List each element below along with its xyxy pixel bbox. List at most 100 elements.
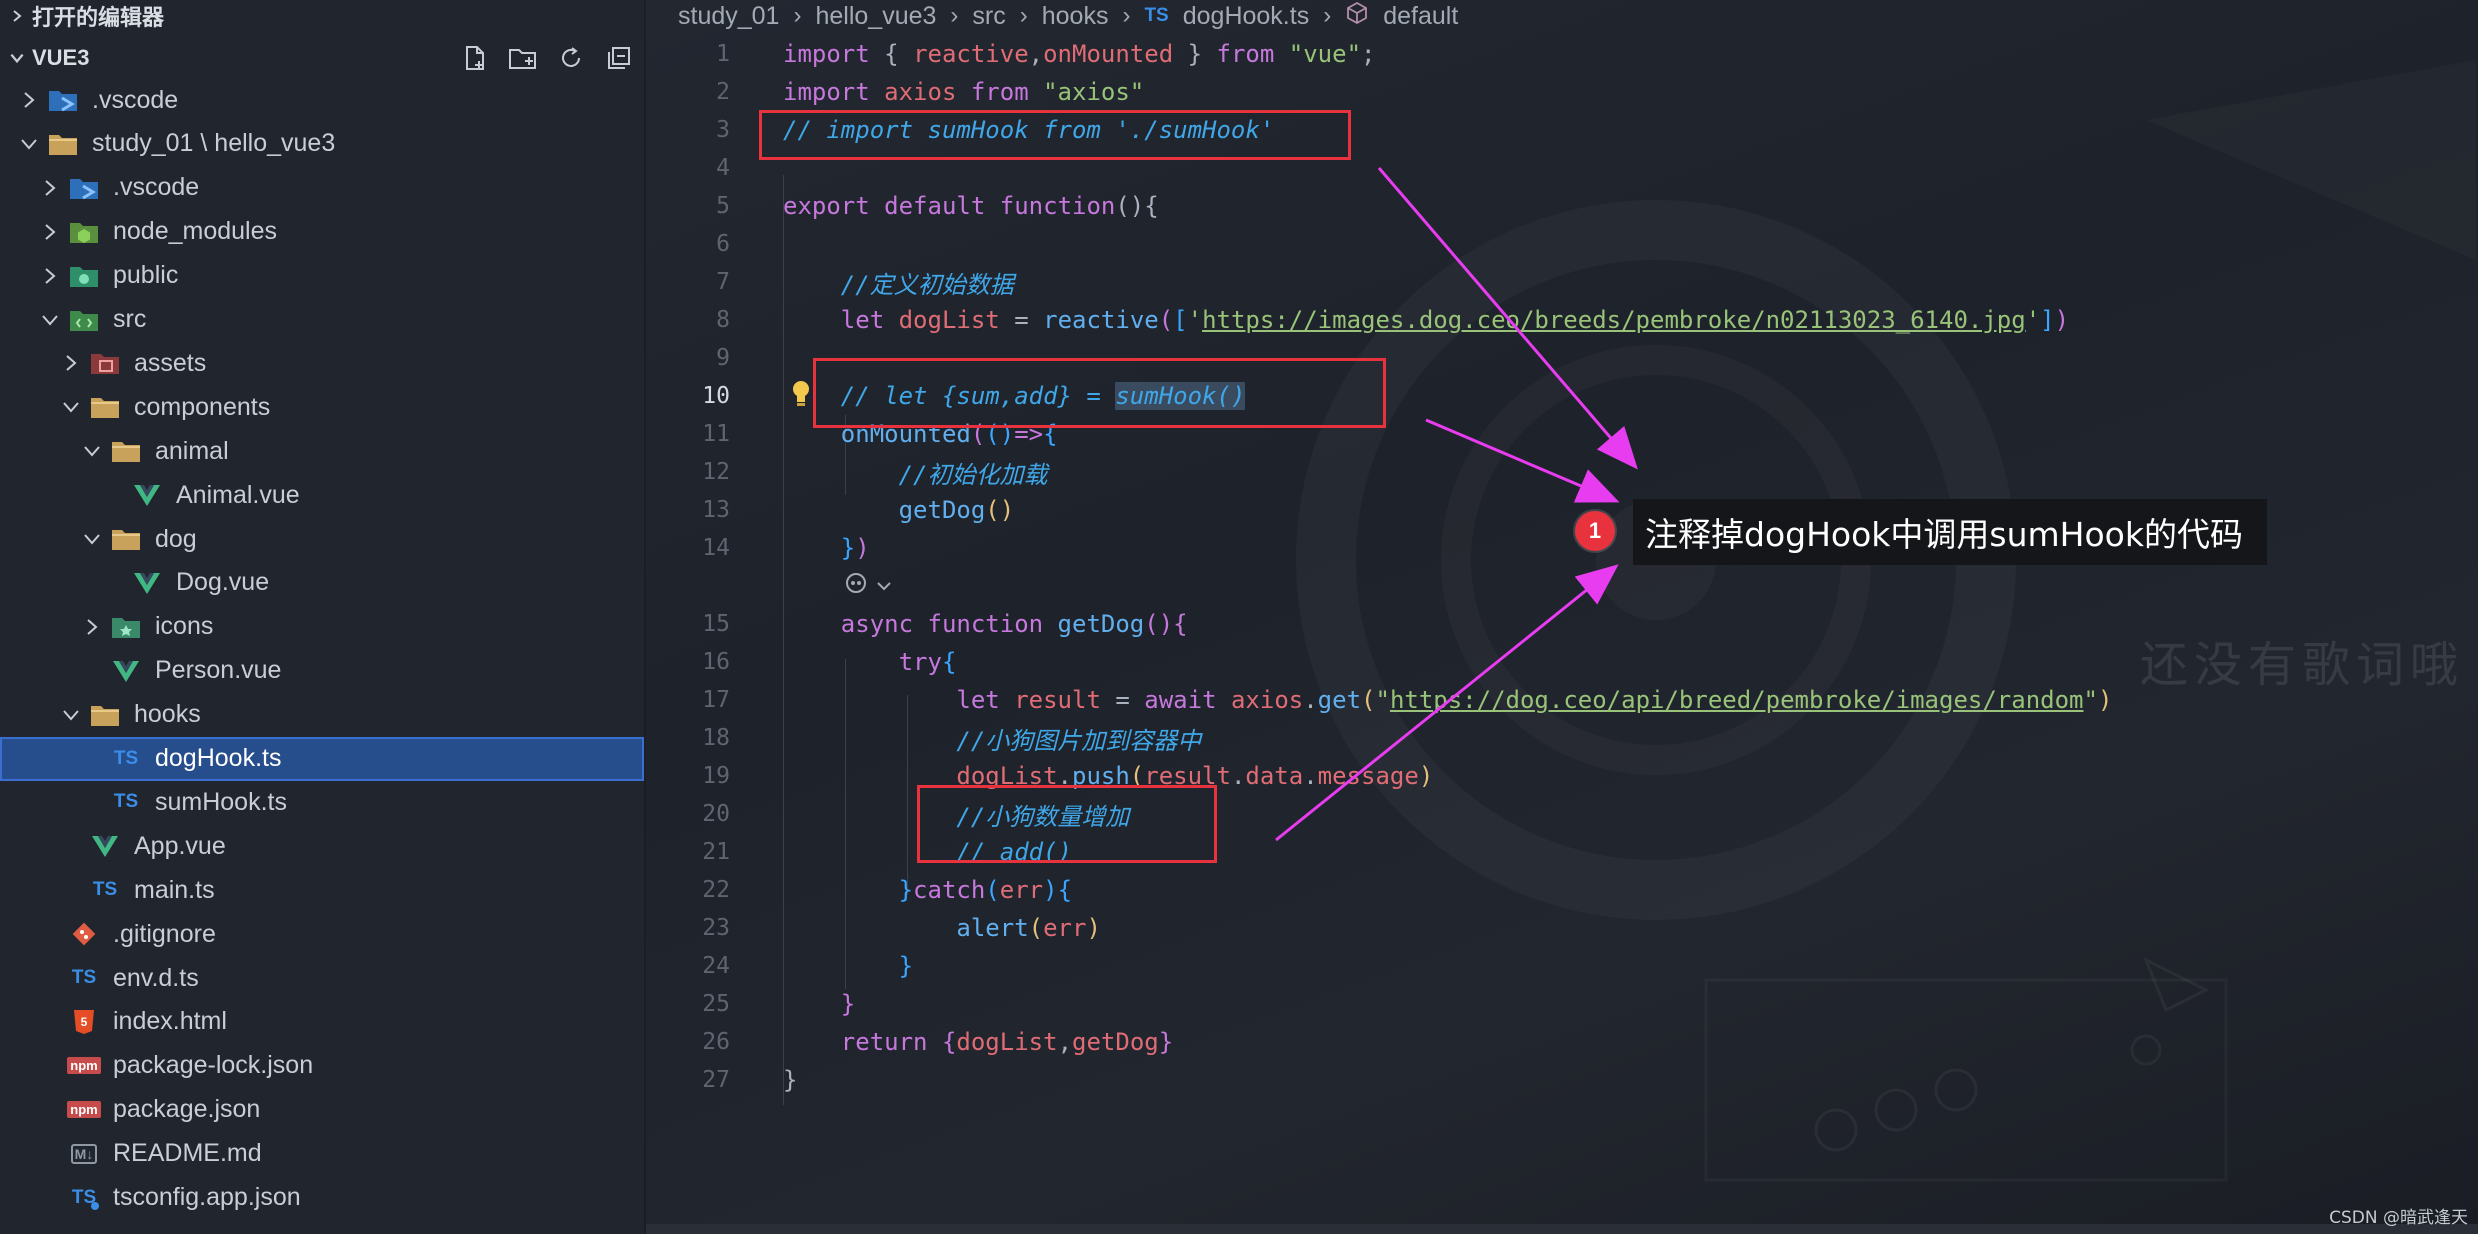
tree-item-label: hooks [134, 700, 201, 729]
code-line[interactable] [646, 567, 2478, 605]
tree-item[interactable]: npm package-lock.json [0, 1044, 644, 1088]
tree-item[interactable]: .gitignore [0, 912, 644, 956]
breadcrumb-item[interactable]: dogHook.ts [1183, 2, 1309, 31]
npm-file-icon: npm [67, 1097, 101, 1123]
code-token: ' [2025, 306, 2041, 334]
tree-item[interactable]: components [0, 385, 644, 429]
code-line[interactable]: 12 //初始化加载 [646, 453, 2478, 491]
code-line[interactable]: 26 return {dogList,getDog} [646, 1023, 2478, 1061]
code-line[interactable]: 25 } [646, 985, 2478, 1023]
horizontal-scrollbar[interactable] [646, 1224, 2478, 1234]
code-token: alert [956, 914, 1029, 942]
code-token: " [1375, 686, 1390, 714]
code-token: "axios" [1043, 78, 1145, 106]
code-token: await [1144, 686, 1217, 714]
tree-item[interactable]: assets [0, 341, 644, 385]
tree-item[interactable]: public [0, 254, 644, 298]
breadcrumb-item[interactable]: default [1383, 2, 1458, 31]
code-line[interactable]: 8 let dogList = reactive(['https://image… [646, 301, 2478, 339]
folder-open-icon [111, 526, 141, 552]
code-token: function [927, 610, 1044, 638]
open-editors-header[interactable]: 打开的编辑器 [0, 0, 644, 32]
code-line[interactable]: 23 alert(err) [646, 909, 2478, 947]
line-number: 13 [702, 497, 730, 523]
new-file-icon[interactable] [460, 43, 490, 73]
code-token: axios [1230, 686, 1304, 714]
tree-item-label: Dog.vue [176, 568, 270, 597]
chevron-right-icon [81, 616, 103, 638]
refresh-icon[interactable] [556, 43, 586, 73]
html-file-icon: 5 [69, 1009, 99, 1035]
vscode-folder-icon [48, 87, 78, 113]
code-line[interactable]: 2 import axios from "axios" [646, 73, 2478, 111]
tree-item[interactable]: TS tsconfig.app.json [0, 1176, 644, 1220]
tree-item[interactable]: TS sumHook.ts [0, 780, 644, 824]
line-number: 15 [702, 611, 730, 637]
chevron-down-icon [60, 704, 82, 726]
tree-item[interactable]: study_01 \ hello_vue3 [0, 122, 644, 166]
tree-item[interactable]: src [0, 298, 644, 342]
tree-item[interactable]: Animal.vue [0, 473, 644, 517]
collapse-all-icon[interactable] [604, 43, 634, 73]
line-number: 26 [702, 1029, 730, 1055]
breadcrumb-item[interactable]: hooks [1042, 2, 1109, 31]
chevron-right-icon: › [950, 2, 959, 29]
tree-item[interactable]: App.vue [0, 824, 644, 868]
code-line[interactable]: 7 //定义初始数据 [646, 263, 2478, 301]
lightbulb-icon[interactable] [788, 378, 814, 412]
line-number: 27 [702, 1067, 730, 1093]
tree-item[interactable]: Person.vue [0, 649, 644, 693]
tree-item[interactable]: TS main.ts [0, 868, 644, 912]
tree-item-label: .gitignore [113, 919, 216, 948]
chevron-down-icon [877, 582, 891, 591]
code-line[interactable]: 1 import { reactive,onMounted } from "vue… [646, 35, 2478, 73]
code-line[interactable]: 24 } [646, 947, 2478, 985]
highlight-box-sumhook-call [813, 358, 1386, 428]
cube-symbol-icon [1345, 1, 1369, 32]
chevron-right-icon [39, 221, 61, 243]
code-line[interactable]: 5 export default function(){ [646, 187, 2478, 225]
tree-item[interactable]: npm package.json [0, 1088, 644, 1132]
tree-item[interactable]: .vscode [0, 78, 644, 122]
breadcrumb-item[interactable]: src [972, 2, 1005, 31]
tree-item-label: App.vue [134, 831, 226, 860]
folder-open-icon [48, 131, 78, 157]
workspace-header[interactable]: VUE3 [0, 38, 644, 78]
tree-item[interactable]: node_modules [0, 210, 644, 254]
code-token: export [783, 192, 870, 220]
tree-item[interactable]: TS env.d.ts [0, 956, 644, 1000]
tree-item[interactable]: M↓ README.md [0, 1132, 644, 1176]
code-token: //初始化加载 [898, 460, 1048, 489]
tree-item[interactable]: .vscode [0, 166, 644, 210]
tree-item[interactable]: animal [0, 429, 644, 473]
chevron-down-icon [81, 440, 103, 462]
code-line[interactable]: 6 [646, 225, 2478, 263]
tree-item[interactable]: Dog.vue [0, 561, 644, 605]
new-folder-icon[interactable] [508, 43, 538, 73]
tree-item-label: .vscode [113, 173, 200, 202]
chevron-right-icon [18, 89, 40, 111]
line-number: 11 [702, 421, 730, 447]
tree-item[interactable]: hooks [0, 693, 644, 737]
tree-item[interactable]: 5 index.html [0, 1000, 644, 1044]
code-line[interactable]: 18 //小狗图片加到容器中 [646, 719, 2478, 757]
breadcrumb-item[interactable]: study_01 [678, 2, 779, 31]
code-token: from [970, 78, 1029, 106]
code-token: import [783, 40, 870, 68]
open-editors-label: 打开的编辑器 [32, 5, 165, 30]
code-line[interactable]: 27} [646, 1061, 2478, 1099]
tree-item[interactable]: dog [0, 517, 644, 561]
tree-item[interactable]: TS dogHook.ts [0, 736, 644, 781]
code-editor[interactable]: study_01 › hello_vue3 › src › hooks › TS… [646, 0, 2478, 1234]
tree-item[interactable]: icons [0, 605, 644, 649]
breadcrumb-item[interactable]: hello_vue3 [815, 2, 936, 31]
code-line[interactable]: 22 }catch(err){ [646, 871, 2478, 909]
